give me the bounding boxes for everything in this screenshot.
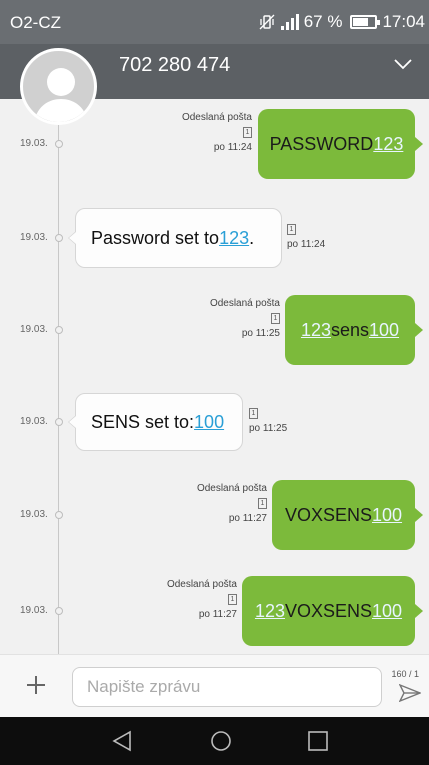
message-link[interactable]: 123 <box>255 601 285 622</box>
message-text: Password set to <box>91 227 220 248</box>
compose-bar: Napište zprávu 160 / 1 <box>0 654 429 717</box>
timeline-dot <box>55 140 63 148</box>
message-text: sens <box>330 319 370 340</box>
battery-percent: 67 % <box>303 12 343 31</box>
outgoing-message-bubble[interactable]: 123 VOXSENS 100 <box>242 576 423 646</box>
message-text: SENS set to: <box>91 411 195 432</box>
timeline-dot <box>55 511 63 519</box>
character-counter: 160 / 1 <box>391 669 419 679</box>
timeline-dot <box>55 326 63 334</box>
message-row: 19.03. 123 VOXSENS 100 Odeslaná pošta 1 po 11:… <box>0 576 429 646</box>
outgoing-message-bubble[interactable]: 123 sens 100 <box>285 295 423 365</box>
timeline-dot <box>55 234 63 242</box>
outgoing-message-bubble[interactable]: VOXSENS 100 <box>272 480 423 550</box>
message-link[interactable]: 123 <box>373 134 403 155</box>
back-icon[interactable] <box>110 730 134 752</box>
sim-card-icon: 1 <box>228 593 237 605</box>
message-time: po 11:25 <box>241 328 280 339</box>
avatar[interactable] <box>20 48 97 125</box>
message-time: po 11:27 <box>198 609 237 620</box>
message-row: 19.03. SENS set to: 100 1 po 11:25 <box>0 393 429 451</box>
message-date: 19.03. <box>20 232 48 243</box>
message-status: Odeslaná pošta <box>166 579 237 590</box>
incoming-message-bubble[interactable]: Password set to 123. <box>68 208 282 268</box>
status-icons: 67 % 17:04 <box>258 12 425 32</box>
message-meta: Odeslaná pošta 1 po 11:27 <box>165 481 267 526</box>
message-text: . <box>249 227 255 248</box>
message-meta: 1 po 11:25 <box>249 406 287 436</box>
sim-card-icon: 1 <box>258 497 267 509</box>
message-meta: Odeslaná pošta 1 po 11:27 <box>135 577 237 622</box>
send-icon[interactable] <box>399 684 421 702</box>
timeline-dot <box>55 418 63 426</box>
battery-icon <box>350 15 381 29</box>
message-link[interactable]: 100 <box>369 320 399 341</box>
chevron-down-icon[interactable] <box>393 54 413 74</box>
home-icon[interactable] <box>209 730 233 752</box>
message-link[interactable]: 123 <box>301 320 331 341</box>
message-link[interactable]: 123 <box>219 228 249 249</box>
message-status: Odeslaná pošta <box>196 483 267 494</box>
message-text: PASSWORD <box>269 133 374 154</box>
message-row: 19.03. Password set to 123. 1 po 11:24 <box>0 208 429 268</box>
message-date: 19.03. <box>20 138 48 149</box>
message-time: po 11:24 <box>213 142 252 153</box>
message-status: Odeslaná pošta <box>209 298 280 309</box>
message-row: 19.03. VOXSENS 100 Odeslaná pošta 1 po 11:27 <box>0 480 429 550</box>
plus-icon[interactable] <box>27 676 45 694</box>
message-time: po 11:25 <box>249 423 288 434</box>
message-text: VOXSENS <box>284 600 373 621</box>
status-bar: O2-CZ 67 % 17:04 <box>0 0 429 44</box>
message-date: 19.03. <box>20 324 48 335</box>
message-date: 19.03. <box>20 605 48 616</box>
message-input[interactable]: Napište zprávu <box>72 667 382 707</box>
message-meta: Odeslaná pošta 1 po 11:24 <box>150 110 252 155</box>
message-row: 19.03. 123 sens 100 Odeslaná pošta 1 po 11:25 <box>0 295 429 365</box>
message-time: po 11:27 <box>228 513 267 524</box>
timeline-dot <box>55 607 63 615</box>
sim-card-icon: 1 <box>287 223 296 235</box>
sim-card-icon: 1 <box>243 126 252 138</box>
recents-icon[interactable] <box>306 730 330 752</box>
vibrate-icon <box>259 14 275 30</box>
contact-number[interactable]: 702 280 474 <box>119 54 230 77</box>
carrier-name: O2-CZ <box>10 13 61 32</box>
message-status: Odeslaná pošta <box>181 112 252 123</box>
incoming-message-bubble[interactable]: SENS set to: 100 <box>68 393 243 451</box>
message-date: 19.03. <box>20 509 48 520</box>
outgoing-message-bubble[interactable]: PASSWORD 123 <box>258 109 423 179</box>
message-date: 19.03. <box>20 416 48 427</box>
message-link[interactable]: 100 <box>194 412 224 433</box>
message-link[interactable]: 100 <box>372 601 402 622</box>
signal-icon <box>280 14 299 30</box>
sim-card-icon: 1 <box>271 312 280 324</box>
message-time: po 11:24 <box>287 239 326 250</box>
message-meta: 1 po 11:24 <box>287 222 325 252</box>
clock: 17:04 <box>382 12 425 31</box>
message-text: VOXSENS <box>284 504 372 525</box>
message-link[interactable]: 100 <box>372 505 402 526</box>
sim-card-icon: 1 <box>249 407 258 419</box>
navigation-bar <box>0 717 429 765</box>
message-meta: Odeslaná pošta 1 po 11:25 <box>178 296 280 341</box>
